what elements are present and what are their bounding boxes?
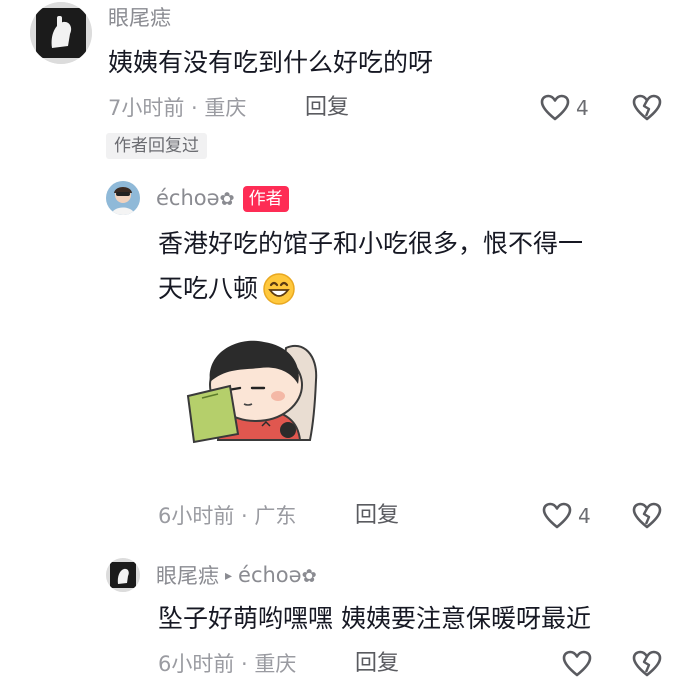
comment-text-line2-text: 天吃八顿 bbox=[158, 274, 259, 303]
avatar[interactable] bbox=[106, 181, 140, 215]
broken-heart-icon[interactable] bbox=[632, 650, 662, 678]
comment-text-line2: 天吃八顿 bbox=[158, 266, 296, 312]
flower-icon: ✿ bbox=[219, 189, 235, 210]
broken-heart-icon[interactable] bbox=[632, 502, 662, 530]
username-text: échoə bbox=[156, 186, 220, 210]
timestamp-location: 6小时前 · 重庆 bbox=[158, 652, 297, 676]
grin-emoji bbox=[263, 273, 295, 305]
author-replied-badge: 作者回复过 bbox=[106, 133, 207, 159]
heart-icon bbox=[542, 502, 572, 529]
reply-to-username[interactable]: échoə✿ bbox=[238, 563, 317, 589]
reply-button[interactable]: 回复 bbox=[355, 502, 399, 530]
reply-button[interactable]: 回复 bbox=[305, 94, 349, 122]
reply-arrow-icon: ▸ bbox=[225, 568, 233, 584]
username[interactable]: échoə✿ bbox=[156, 186, 235, 212]
broken-heart-icon[interactable] bbox=[632, 94, 662, 122]
cartoon-boy-holding-notebook-sticker bbox=[186, 340, 318, 444]
like-button[interactable]: 4 bbox=[542, 500, 591, 532]
like-button[interactable]: 4 bbox=[540, 92, 589, 124]
avatar[interactable] bbox=[106, 558, 140, 592]
flower-icon: ✿ bbox=[301, 566, 317, 587]
comment-text-line1: 香港好吃的馆子和小吃很多，恨不得一 bbox=[158, 229, 584, 258]
reply-to-username-text: échoə bbox=[238, 563, 302, 587]
username[interactable]: 眼尾痣 bbox=[156, 564, 219, 588]
comment-text: 姨姨有没有吃到什么好吃的呀 bbox=[108, 48, 434, 77]
timestamp-location: 7小时前 · 重庆 bbox=[108, 96, 247, 120]
like-count: 4 bbox=[576, 96, 589, 120]
author-badge: 作者 bbox=[242, 186, 289, 212]
timestamp-location: 6小时前 · 广东 bbox=[158, 504, 297, 528]
comment-text: 坠子好萌哟嘿嘿 姨姨要注意保暖呀最近 bbox=[158, 604, 591, 633]
heart-icon[interactable] bbox=[562, 650, 592, 678]
reply-button[interactable]: 回复 bbox=[355, 650, 399, 678]
avatar[interactable] bbox=[30, 2, 92, 64]
username[interactable]: 眼尾痣 bbox=[108, 6, 171, 30]
like-count: 4 bbox=[578, 504, 591, 528]
heart-icon bbox=[540, 94, 570, 121]
username-row: 眼尾痣 ▸ échoə✿ bbox=[156, 563, 317, 589]
username-row: échoə✿ 作者 bbox=[156, 186, 289, 212]
